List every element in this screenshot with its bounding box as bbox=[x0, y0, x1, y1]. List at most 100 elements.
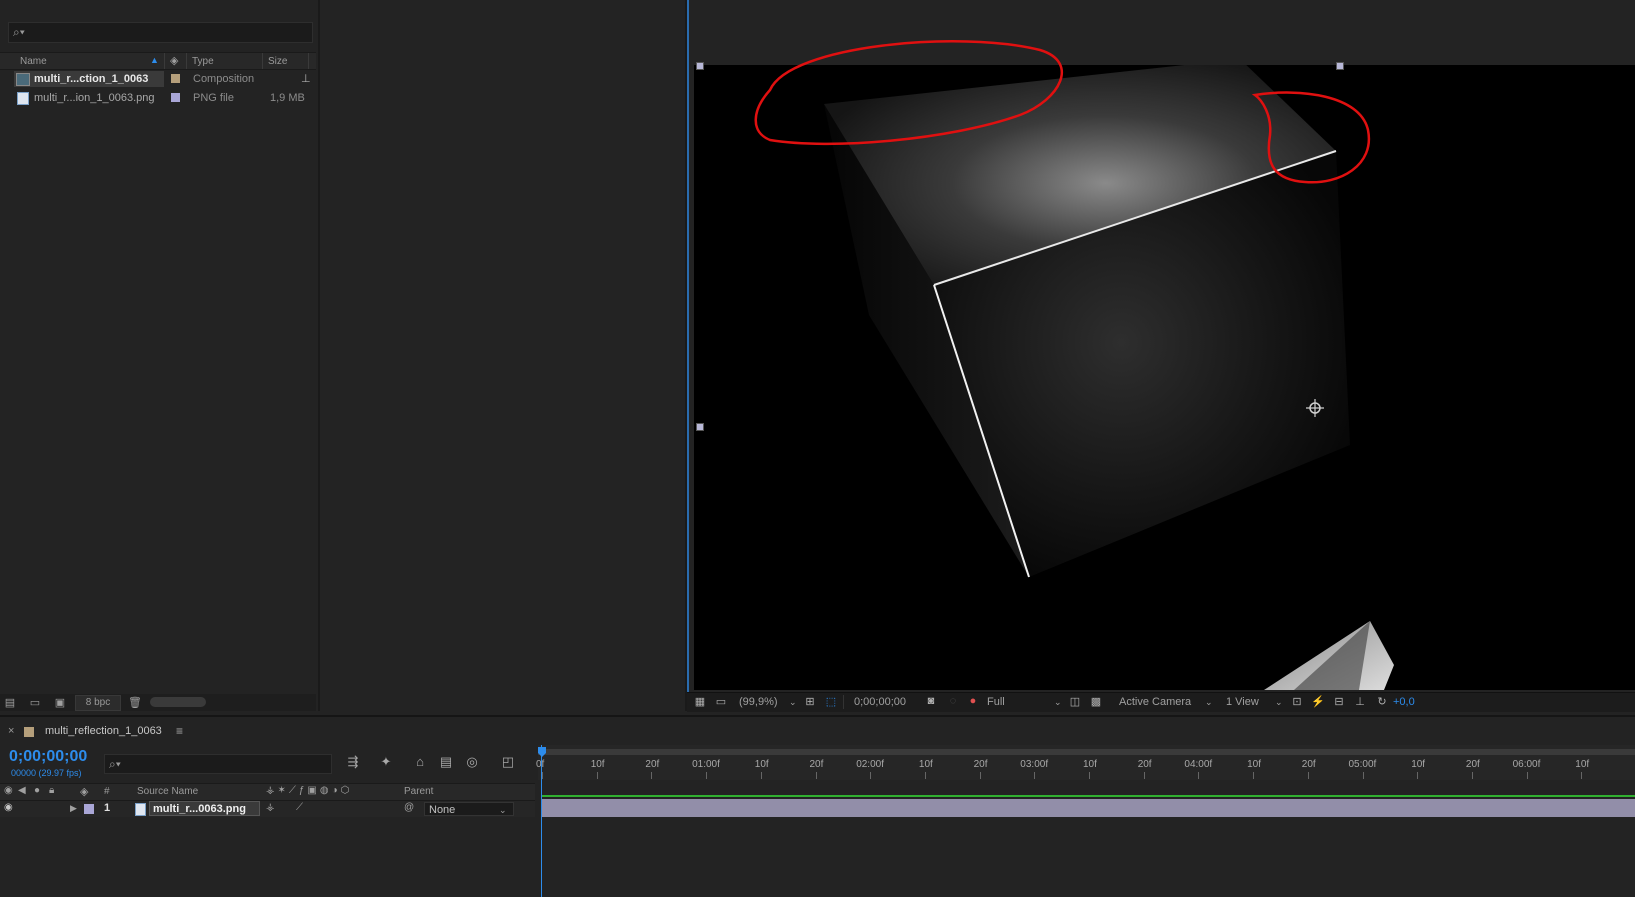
layer-source-name[interactable]: multi_r...0063.png bbox=[149, 801, 260, 816]
ruler-tick bbox=[870, 772, 872, 779]
pick-whip-icon[interactable]: @ bbox=[404, 802, 414, 813]
chevron-down-icon: ⌄ bbox=[1054, 697, 1062, 707]
draft-3d-icon[interactable]: ✦ bbox=[376, 754, 396, 772]
ruler-tick bbox=[760, 772, 762, 779]
layer-duration-bar[interactable] bbox=[542, 799, 1635, 817]
lock-icon[interactable]: 🔒︎ bbox=[49, 785, 54, 796]
expand-arrow-icon[interactable]: ▶ bbox=[70, 803, 77, 814]
fast-previews-icon[interactable]: ⚡ bbox=[1310, 695, 1326, 709]
current-time-display[interactable]: 0;00;00;00 bbox=[854, 696, 906, 708]
flowchart-icon[interactable]: ⊥ bbox=[1352, 695, 1368, 709]
ruler-tick-label: 01:00f bbox=[692, 759, 720, 770]
ruler-tick-label: 04:00f bbox=[1184, 759, 1213, 770]
ruler-tick-label: 05:00f bbox=[1348, 759, 1377, 770]
layer-range-indicator bbox=[542, 795, 1635, 797]
transparency-grid-icon[interactable]: ▩ bbox=[1088, 695, 1104, 709]
time-ruler[interactable]: 0f10f20f01:00f10f20f02:00f10f20f03:00f10… bbox=[536, 745, 1635, 780]
camera-dropdown[interactable]: Active Camera bbox=[1119, 696, 1191, 708]
ruler-tick-label: 10f bbox=[590, 759, 605, 770]
motion-blur-icon[interactable]: ◎ bbox=[462, 754, 482, 772]
mask-visibility-icon[interactable]: ⬚ bbox=[823, 695, 839, 709]
ruler-tick-label: 10f bbox=[754, 759, 769, 770]
always-preview-icon[interactable]: ▦ bbox=[692, 695, 708, 709]
eye-icon[interactable]: ◉ bbox=[4, 785, 13, 796]
composition-mini-flowchart-icon[interactable]: ⇶ bbox=[343, 754, 363, 772]
composition-label-swatch bbox=[24, 727, 34, 737]
reset-exposure-icon[interactable]: ↻ bbox=[1374, 695, 1390, 709]
shy-layers-icon[interactable]: ⌂ bbox=[410, 754, 430, 772]
ruler-tick bbox=[924, 772, 926, 779]
camera-snapshot-icon[interactable]: ◙ bbox=[923, 695, 939, 709]
ruler-tick bbox=[1307, 772, 1309, 779]
parent-dropdown[interactable]: None ⌄ bbox=[424, 802, 514, 816]
chevron-down-icon: ⌄ bbox=[1275, 697, 1283, 707]
quality-switch-icon[interactable]: ⟋ bbox=[296, 802, 303, 813]
exposure-value[interactable]: +0,0 bbox=[1393, 696, 1415, 708]
timeline-tab-bar: × multi_reflection_1_0063 ≡ bbox=[0, 717, 1635, 745]
ruler-tick bbox=[1471, 772, 1473, 779]
timeline-icon[interactable]: ⊟ bbox=[1331, 695, 1347, 709]
visibility-eye-icon[interactable]: ◉ bbox=[4, 802, 13, 813]
ruler-tick-label: 10f bbox=[1083, 759, 1097, 770]
solo-icon[interactable]: ● bbox=[34, 785, 40, 796]
viewer-toolbar: ▦ ▭ (99,9%) ⌄ ⊞ ⬚ 0;00;00;00 ◙ ◌ ● Full … bbox=[687, 692, 1635, 712]
ruler-tick bbox=[596, 772, 598, 779]
layer-row[interactable]: ◉ ▶ 1 multi_r...0063.png ⚶ ⟋ @ None ⌄ bbox=[0, 801, 535, 817]
resolution-dropdown[interactable]: Full bbox=[987, 696, 1005, 708]
ruler-tick-label: 20f bbox=[645, 759, 660, 770]
monitor-icon[interactable]: ▭ bbox=[713, 695, 729, 709]
timeline-search-input[interactable]: ⌕▾ bbox=[104, 754, 332, 774]
column-parent[interactable]: Parent bbox=[404, 786, 433, 797]
chevron-down-icon: ⌄ bbox=[789, 697, 797, 707]
ruler-tick bbox=[542, 772, 543, 779]
channel-icon[interactable]: ● bbox=[965, 695, 981, 709]
label-tag-icon[interactable]: ◈ bbox=[80, 785, 88, 798]
ruler-tick-label: 20f bbox=[1465, 759, 1480, 770]
work-area-bar[interactable] bbox=[538, 749, 1635, 755]
region-of-interest-icon[interactable]: ◫ bbox=[1067, 695, 1083, 709]
ruler-tick-label: 20f bbox=[809, 759, 824, 770]
ruler-tick bbox=[1089, 772, 1090, 779]
layer-label-swatch[interactable] bbox=[84, 804, 94, 814]
ruler-tick bbox=[1581, 772, 1583, 779]
ruler-tick-label: 10f bbox=[1575, 759, 1590, 770]
show-snapshot-icon[interactable]: ◌ bbox=[945, 695, 961, 709]
ruler-tick bbox=[815, 772, 817, 779]
views-dropdown[interactable]: 1 View bbox=[1226, 696, 1259, 708]
ruler-tick bbox=[979, 772, 981, 779]
ruler-tick-label: 10f bbox=[918, 759, 933, 770]
ruler-tick-label: 02:00f bbox=[856, 759, 884, 770]
annotation-ellipse bbox=[1251, 91, 1371, 184]
layer-number: 1 bbox=[104, 802, 111, 814]
current-time-display[interactable]: 0;00;00;00 bbox=[9, 748, 87, 766]
search-icon: ⌕▾ bbox=[109, 757, 121, 771]
parent-value: None bbox=[429, 804, 456, 816]
ruler-tick-label: 20f bbox=[1137, 759, 1152, 770]
audio-icon[interactable]: ◀ bbox=[18, 785, 26, 796]
shy-switch-icon[interactable]: ⚶ bbox=[266, 802, 275, 813]
ruler-tick bbox=[1526, 772, 1528, 779]
close-icon[interactable]: × bbox=[8, 725, 14, 737]
frame-blending-icon[interactable]: ▤ bbox=[436, 754, 456, 772]
graph-editor-icon[interactable]: ◰ bbox=[498, 754, 518, 772]
current-time-indicator[interactable] bbox=[538, 745, 546, 897]
column-source-name[interactable]: Source Name bbox=[137, 786, 198, 797]
ruler-tick bbox=[1417, 772, 1419, 779]
safe-zones-icon[interactable]: ⊞ bbox=[802, 695, 818, 709]
time-graph[interactable]: 0f10f20f01:00f10f20f02:00f10f20f03:00f10… bbox=[536, 745, 1635, 897]
ruler-tick bbox=[1034, 772, 1036, 779]
ruler-tick bbox=[1198, 772, 1200, 779]
timeline-tab[interactable]: multi_reflection_1_0063 bbox=[45, 725, 162, 737]
image-file-icon bbox=[135, 803, 146, 816]
annotation-ellipse bbox=[754, 40, 1063, 146]
ruler-tick-label: 20f bbox=[1301, 759, 1316, 770]
zoom-dropdown[interactable]: (99,9%) bbox=[739, 696, 778, 708]
switches-icons: ⚶✶⟋ƒ▣◍◑⬡ bbox=[266, 785, 353, 796]
ruler-tick bbox=[1362, 772, 1364, 779]
panel-menu-icon[interactable]: ≡ bbox=[176, 724, 183, 738]
chevron-down-icon: ⌄ bbox=[499, 805, 507, 815]
ruler-tick bbox=[706, 772, 708, 779]
ruler-tick-label: 06:00f bbox=[1512, 759, 1541, 770]
toggle-pixel-aspect-icon[interactable]: ⊡ bbox=[1289, 695, 1305, 709]
column-number: # bbox=[104, 786, 110, 797]
